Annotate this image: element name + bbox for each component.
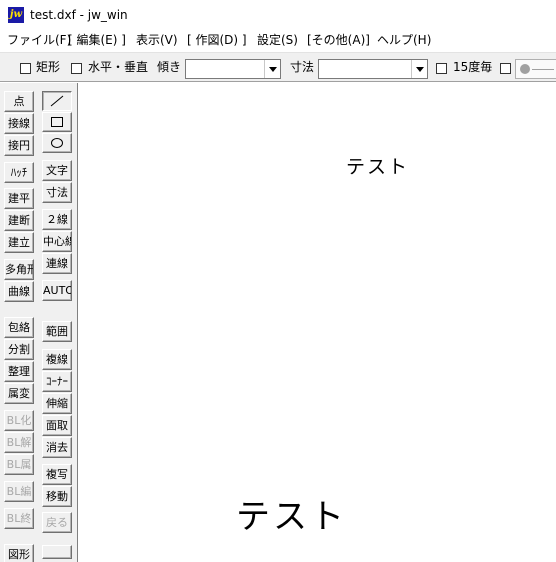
menu-file[interactable]: ファイル(F) [7, 33, 71, 47]
tool-bl-release: BL解 [4, 432, 34, 453]
hv-checkbox[interactable] [71, 63, 82, 74]
tool-undo: 戻る [42, 512, 72, 533]
tool-arrange[interactable]: 整理 [4, 361, 34, 382]
tool-centerline[interactable]: 中心線 [42, 231, 72, 252]
tool-text[interactable]: 文字 [42, 160, 72, 181]
slider-track [532, 69, 554, 70]
snap-slider[interactable] [515, 59, 556, 79]
tool-hatch[interactable]: ﾊｯﾁ [4, 162, 34, 183]
tilt-label: 傾き [157, 60, 182, 74]
tool-rectangle[interactable] [42, 112, 72, 132]
tool-curve[interactable]: 曲線 [4, 281, 34, 302]
extra-checkbox[interactable] [500, 63, 511, 74]
tool-attr-change[interactable]: 属変 [4, 383, 34, 404]
line-icon [50, 95, 64, 107]
tool-continuous-line[interactable]: 連線 [42, 253, 72, 274]
chevron-down-icon[interactable] [264, 60, 280, 78]
tool-offset-line[interactable]: 複線 [42, 349, 72, 370]
tool-elevation[interactable]: 建立 [4, 232, 34, 253]
slider-knob[interactable] [520, 64, 530, 74]
tool-copy[interactable]: 複写 [42, 464, 72, 485]
step15-label: 15度毎 [453, 60, 493, 74]
title-bar: jw test.dxf - jw_win [0, 0, 556, 30]
tool-circle[interactable] [42, 133, 72, 153]
menu-view[interactable]: 表示(V) [136, 33, 178, 47]
tool-erase[interactable]: 消去 [42, 437, 72, 458]
chevron-down-icon[interactable] [411, 60, 427, 78]
tool-bl-make: BL化 [4, 410, 34, 431]
tool-bl-end: BL終 [4, 508, 34, 529]
step15-checkbox[interactable] [436, 63, 447, 74]
tilt-combo[interactable] [185, 59, 281, 79]
tool-panel: 点 接線 接円 ﾊｯﾁ 建平 建断 建立 多角形 曲線 包絡 分割 整理 属変 … [0, 83, 78, 562]
tool-point[interactable]: 点 [4, 91, 34, 112]
drawing-canvas[interactable]: テスト テスト [78, 83, 556, 562]
rect-label: 矩形 [36, 60, 61, 74]
app-icon[interactable]: jw [8, 7, 24, 23]
hv-label: 水平・垂直 [88, 60, 149, 74]
tool-shape[interactable]: 図形 [4, 544, 34, 562]
menu-draw[interactable]: [ 作図(D) ] [187, 33, 247, 47]
dim-combo[interactable] [318, 59, 428, 79]
menu-help[interactable]: ヘルプ(H) [377, 33, 431, 47]
dim-label: 寸法 [290, 60, 315, 74]
tool-dimension[interactable]: 寸法 [42, 182, 72, 203]
tool-bl-attr: BL属 [4, 454, 34, 475]
tool-chamfer[interactable]: 面取 [42, 415, 72, 436]
rectangle-icon [51, 117, 63, 127]
tool-tangent[interactable]: 接線 [4, 113, 34, 134]
tool-envelope[interactable]: 包絡 [4, 317, 34, 338]
rect-checkbox[interactable] [20, 63, 31, 74]
tool-stretch[interactable]: 伸縮 [42, 393, 72, 414]
tool-line[interactable] [42, 91, 72, 111]
menu-bar: ファイル(F) [ 編集(E) ] 表示(V) [ 作図(D) ] 設定(S) … [0, 30, 556, 50]
tool-auto[interactable]: AUTO [42, 280, 72, 301]
canvas-text-large[interactable]: テスト [236, 497, 347, 537]
tool-corner[interactable]: ｺｰﾅｰ [42, 371, 72, 392]
control-bar: 矩形 水平・垂直 傾き 寸法 15度毎 [0, 52, 556, 82]
tool-double-line[interactable]: ２線 [42, 209, 72, 230]
tool-polygon[interactable]: 多角形 [4, 259, 34, 280]
tool-plan[interactable]: 建平 [4, 188, 34, 209]
tool-section[interactable]: 建断 [4, 210, 34, 231]
tool-bl-edit: BL編 [4, 481, 34, 502]
tool-move[interactable]: 移動 [42, 486, 72, 507]
window-title: test.dxf - jw_win [30, 8, 128, 22]
tool-range[interactable]: 範囲 [42, 321, 72, 342]
tool-tangent-circle[interactable]: 接円 [4, 135, 34, 156]
tool-divide[interactable]: 分割 [4, 339, 34, 360]
canvas-text-small[interactable]: テスト [346, 156, 409, 178]
tool-extra[interactable] [42, 545, 72, 559]
menu-edit[interactable]: [ 編集(E) ] [68, 33, 126, 47]
menu-settings[interactable]: 設定(S) [257, 33, 298, 47]
menu-other[interactable]: [その他(A)] [307, 33, 370, 47]
circle-icon [51, 138, 63, 148]
